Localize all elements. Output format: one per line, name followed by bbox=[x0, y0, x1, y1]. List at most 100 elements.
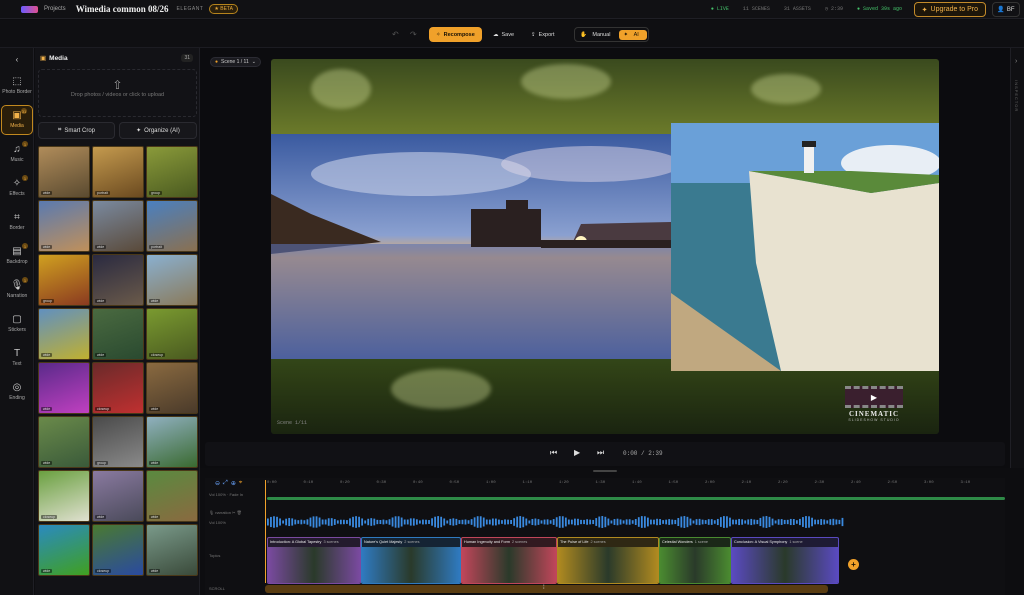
waveform-bar bbox=[501, 520, 503, 524]
topic-block[interactable]: Introduction: A Global Tapestry 3 scenes bbox=[267, 537, 361, 584]
trash-icon[interactable]: 🗑 bbox=[237, 510, 242, 515]
redo-icon[interactable]: ↷ bbox=[410, 27, 417, 42]
media-thumbnail[interactable]: wide bbox=[146, 362, 198, 414]
timeline-ruler[interactable]: 0:00 0:10 0:20 0:30 0:40 0:50 1:00 1:10 1:20 1:30… bbox=[265, 478, 1005, 490]
topic-block[interactable]: Celestial Wonders 1 scene bbox=[659, 537, 731, 584]
status-saved-text: Saved 39s ago bbox=[862, 6, 902, 12]
media-thumbnail[interactable]: group bbox=[92, 416, 144, 468]
waveform-bar bbox=[495, 518, 497, 526]
preview-stage: ● Scene 1 / 11 ⌄ ▶ CINEMATIC SLIDESHOW S… bbox=[200, 48, 1010, 468]
scissors-icon[interactable]: ✂ bbox=[232, 510, 235, 515]
waveform-bar bbox=[671, 519, 674, 525]
ruler-tick: 0:20 bbox=[340, 481, 350, 485]
thumbnail-tag: wide bbox=[149, 407, 161, 411]
music-track[interactable] bbox=[267, 497, 1005, 500]
collapse-chevron-icon[interactable]: › bbox=[1015, 58, 1017, 65]
media-thumbnail[interactable]: wide bbox=[146, 416, 198, 468]
rail-item-stickers[interactable]: ▢ Stickers bbox=[1, 309, 33, 339]
narration-waveform[interactable] bbox=[267, 515, 845, 529]
topic-block[interactable]: Human Ingenuity and Form 2 scenes bbox=[461, 537, 557, 584]
media-thumbnail[interactable]: portrait bbox=[92, 146, 144, 198]
rail-item-effects[interactable]: ✧ Effects 1 bbox=[1, 173, 33, 203]
upgrade-button[interactable]: ✦ Upgrade to Pro bbox=[913, 2, 986, 17]
media-thumbnail[interactable]: wide bbox=[92, 254, 144, 306]
media-thumbnail[interactable]: closeup bbox=[92, 524, 144, 576]
app-logo[interactable] bbox=[21, 5, 38, 13]
media-thumbnail[interactable]: wide bbox=[38, 362, 90, 414]
save-button[interactable]: ☁ Save bbox=[493, 27, 514, 42]
thumbnail-tag: wide bbox=[41, 569, 53, 573]
resize-handle[interactable] bbox=[593, 470, 617, 472]
user-menu-button[interactable]: 👤 BF bbox=[992, 2, 1020, 17]
narration-icon: 🎙 bbox=[10, 280, 24, 291]
media-thumbnail[interactable]: wide bbox=[92, 470, 144, 522]
inspector-label[interactable]: INSPECTOR bbox=[1014, 80, 1019, 112]
rail-item-music[interactable]: ♫ Music 1 bbox=[1, 139, 33, 169]
scene-selector[interactable]: ● Scene 1 / 11 ⌄ bbox=[210, 57, 261, 67]
media-thumbnail[interactable]: wide bbox=[38, 308, 90, 360]
add-scene-button[interactable]: + bbox=[848, 559, 859, 570]
play-icon[interactable]: ▶ bbox=[574, 448, 580, 457]
waveform-bar bbox=[394, 516, 397, 528]
recompose-button[interactable]: ✧ Recompose bbox=[429, 27, 482, 42]
export-button[interactable]: ⇪ Export bbox=[531, 27, 555, 42]
rail-item-border[interactable]: ⌗ Border bbox=[1, 207, 33, 237]
timeline-scrollbar[interactable]: ⁞ bbox=[265, 585, 828, 593]
undo-icon[interactable]: ↶ bbox=[392, 27, 399, 42]
media-thumbnail[interactable]: closeup bbox=[146, 308, 198, 360]
topics-track: Introduction: A Global Tapestry 3 scenes N… bbox=[267, 537, 847, 584]
media-thumbnail[interactable]: closeup bbox=[38, 470, 90, 522]
mode-manual-button[interactable]: ✋ Manual bbox=[576, 30, 618, 40]
media-thumbnail[interactable]: wide bbox=[38, 416, 90, 468]
collapse-chevron-icon[interactable]: ‹ bbox=[1, 54, 33, 66]
media-thumbnail[interactable]: wide bbox=[38, 200, 90, 252]
castle-sunset-photo[interactable] bbox=[271, 134, 671, 359]
waveform-bar bbox=[586, 519, 588, 525]
upload-dropzone[interactable]: ⇧ Drop photos / videos or click to uploa… bbox=[38, 69, 197, 117]
zoom-in-icon[interactable]: ⊕ bbox=[231, 480, 236, 487]
mode-ai-button[interactable]: ✦ AI bbox=[619, 29, 647, 40]
smart-crop-label: Smart Crop bbox=[64, 127, 96, 134]
topic-block[interactable]: Conclusion: A Visual Symphony 1 scene bbox=[731, 537, 839, 584]
breadcrumb-projects[interactable]: Projects bbox=[44, 6, 66, 12]
rail-item-ending[interactable]: ◎ Ending bbox=[1, 377, 33, 407]
media-thumbnail[interactable]: portrait bbox=[146, 200, 198, 252]
topic-block[interactable]: The Pulse of Life 2 scenes bbox=[557, 537, 659, 584]
media-thumbnail[interactable]: wide bbox=[146, 254, 198, 306]
rail-item-narration[interactable]: 🎙 Narration 1 bbox=[1, 275, 33, 305]
media-thumbnail[interactable]: wide bbox=[38, 524, 90, 576]
media-thumbnail[interactable]: wide bbox=[92, 308, 144, 360]
rail-item-backdrop[interactable]: ▤ Backdrop 1 bbox=[1, 241, 33, 271]
skip-back-icon[interactable]: ⏮ bbox=[550, 448, 557, 458]
project-title[interactable]: Wimedia common 08/26 bbox=[76, 4, 169, 14]
waveform-bar bbox=[564, 517, 567, 527]
rail-item-media[interactable]: ▣ Media 31 bbox=[1, 105, 33, 135]
media-thumbnail[interactable]: wide bbox=[146, 524, 198, 576]
waveform-bar bbox=[750, 518, 753, 526]
scroll-label: SCROLL bbox=[209, 586, 226, 591]
rail-item-photo-border[interactable]: ⬚ Photo Border bbox=[1, 71, 33, 101]
waveform-bar bbox=[683, 516, 686, 528]
topic-name: Conclusion: A Visual Symphony bbox=[734, 540, 788, 544]
media-thumbnail[interactable]: group bbox=[38, 254, 90, 306]
smart-crop-button[interactable]: ⌗ Smart Crop bbox=[38, 122, 115, 139]
media-thumbnail[interactable]: wide bbox=[146, 470, 198, 522]
playhead[interactable] bbox=[265, 480, 266, 583]
media-thumbnail[interactable]: wide bbox=[92, 200, 144, 252]
media-thumbnail[interactable]: closeup bbox=[92, 362, 144, 414]
zoom-out-icon[interactable]: ⊖ bbox=[215, 480, 220, 487]
fit-icon[interactable]: ⤢ bbox=[223, 480, 228, 487]
waveform-bar bbox=[619, 519, 622, 525]
rail-item-text[interactable]: T Text bbox=[1, 343, 33, 373]
topic-block[interactable]: Nature's Quiet Majesty 2 scenes bbox=[361, 537, 461, 584]
media-thumbnail[interactable]: group bbox=[146, 146, 198, 198]
waveform-bar bbox=[361, 518, 364, 526]
magnet-icon[interactable]: ⌖ bbox=[239, 480, 242, 487]
waveform-bar bbox=[504, 519, 506, 525]
white-cliffs-photo[interactable] bbox=[671, 123, 939, 371]
media-thumbnail[interactable]: wide bbox=[38, 146, 90, 198]
organize-ai-button[interactable]: ✦ Organize (AI) bbox=[119, 122, 197, 139]
preview-canvas[interactable]: ▶ CINEMATIC SLIDESHOW STUDIO bbox=[271, 59, 939, 434]
waveform-bar bbox=[726, 516, 728, 528]
skip-forward-icon[interactable]: ⏭ bbox=[597, 448, 604, 458]
